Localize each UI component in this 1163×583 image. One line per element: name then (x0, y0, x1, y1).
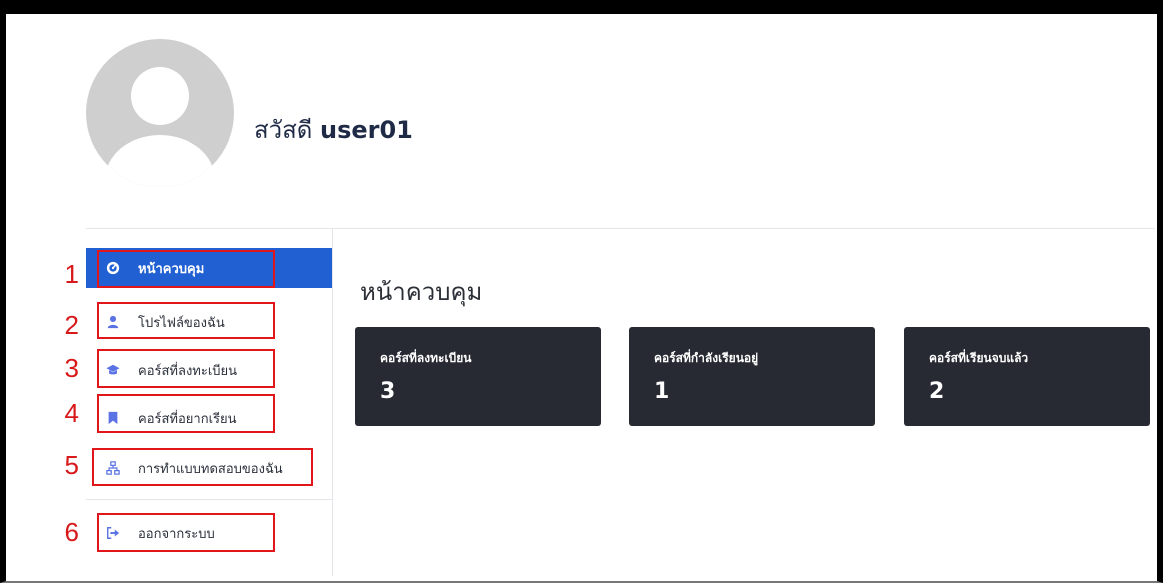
sidebar-item-label: การทำแบบทดสอบของฉัน (138, 461, 283, 477)
annotation-number-1: 1 (64, 259, 79, 289)
sitemap-icon (106, 461, 120, 475)
stat-card-label: คอร์สที่เรียนจบแล้ว (929, 351, 1029, 365)
avatar-body (105, 135, 215, 187)
sidebar-divider (332, 228, 333, 576)
stat-card-value: 1 (654, 379, 670, 404)
annotation-number-3: 3 (64, 353, 79, 383)
avatar (86, 39, 234, 187)
sidebar-item-label: โปรไฟล์ของฉัน (138, 315, 225, 331)
sidebar-item-label: คอร์สที่อยากเรียน (138, 411, 237, 427)
annotation-number-4: 4 (64, 398, 79, 428)
greeting-text: สวัสดี (254, 116, 313, 144)
sidebar-item-label: คอร์สที่ลงทะเบียน (138, 363, 238, 379)
page-title: หน้าควบคุม (360, 278, 483, 306)
username: user01 (320, 116, 413, 144)
user-icon (106, 315, 120, 329)
stat-card-completed: คอร์สที่เรียนจบแล้ว 2 (904, 327, 1150, 426)
stat-card-in-progress: คอร์สที่กำลังเรียนอยู่ 1 (629, 327, 875, 426)
header-divider (86, 228, 1155, 229)
bookmark-icon (106, 411, 120, 425)
greeting: สวัสดี user01 (254, 110, 413, 149)
sidebar-item-profile[interactable]: โปรไฟล์ของฉัน (86, 302, 332, 342)
sign-out-icon (106, 526, 120, 540)
graduation-cap-icon (106, 363, 120, 377)
stat-card-value: 2 (929, 379, 945, 404)
app-frame: สวัสดี user01 หน้าควบคุม โปรไฟล์ของฉัน ค… (0, 0, 1163, 583)
annotation-number-2: 2 (64, 310, 79, 340)
sidebar-item-enrolled-courses[interactable]: คอร์สที่ลงทะเบียน (86, 350, 332, 390)
menu-divider (86, 499, 332, 500)
stat-card-value: 3 (380, 379, 396, 404)
sidebar-item-label: หน้าควบคุม (138, 261, 205, 277)
sidebar-item-wishlist[interactable]: คอร์สที่อยากเรียน (86, 398, 332, 438)
sidebar-item-logout[interactable]: ออกจากระบบ (86, 513, 332, 553)
dashboard-icon (106, 261, 120, 275)
stat-card-label: คอร์สที่กำลังเรียนอยู่ (654, 351, 759, 365)
avatar-head (131, 67, 189, 125)
annotation-number-6: 6 (64, 517, 79, 547)
sidebar-item-dashboard[interactable]: หน้าควบคุม (86, 248, 332, 288)
annotation-number-5: 5 (64, 450, 79, 480)
stat-card-enrolled: คอร์สที่ลงทะเบียน 3 (355, 327, 601, 426)
stat-card-label: คอร์สที่ลงทะเบียน (380, 351, 472, 365)
sidebar-item-label: ออกจากระบบ (138, 526, 215, 542)
sidebar-item-my-quizzes[interactable]: การทำแบบทดสอบของฉัน (86, 448, 332, 488)
